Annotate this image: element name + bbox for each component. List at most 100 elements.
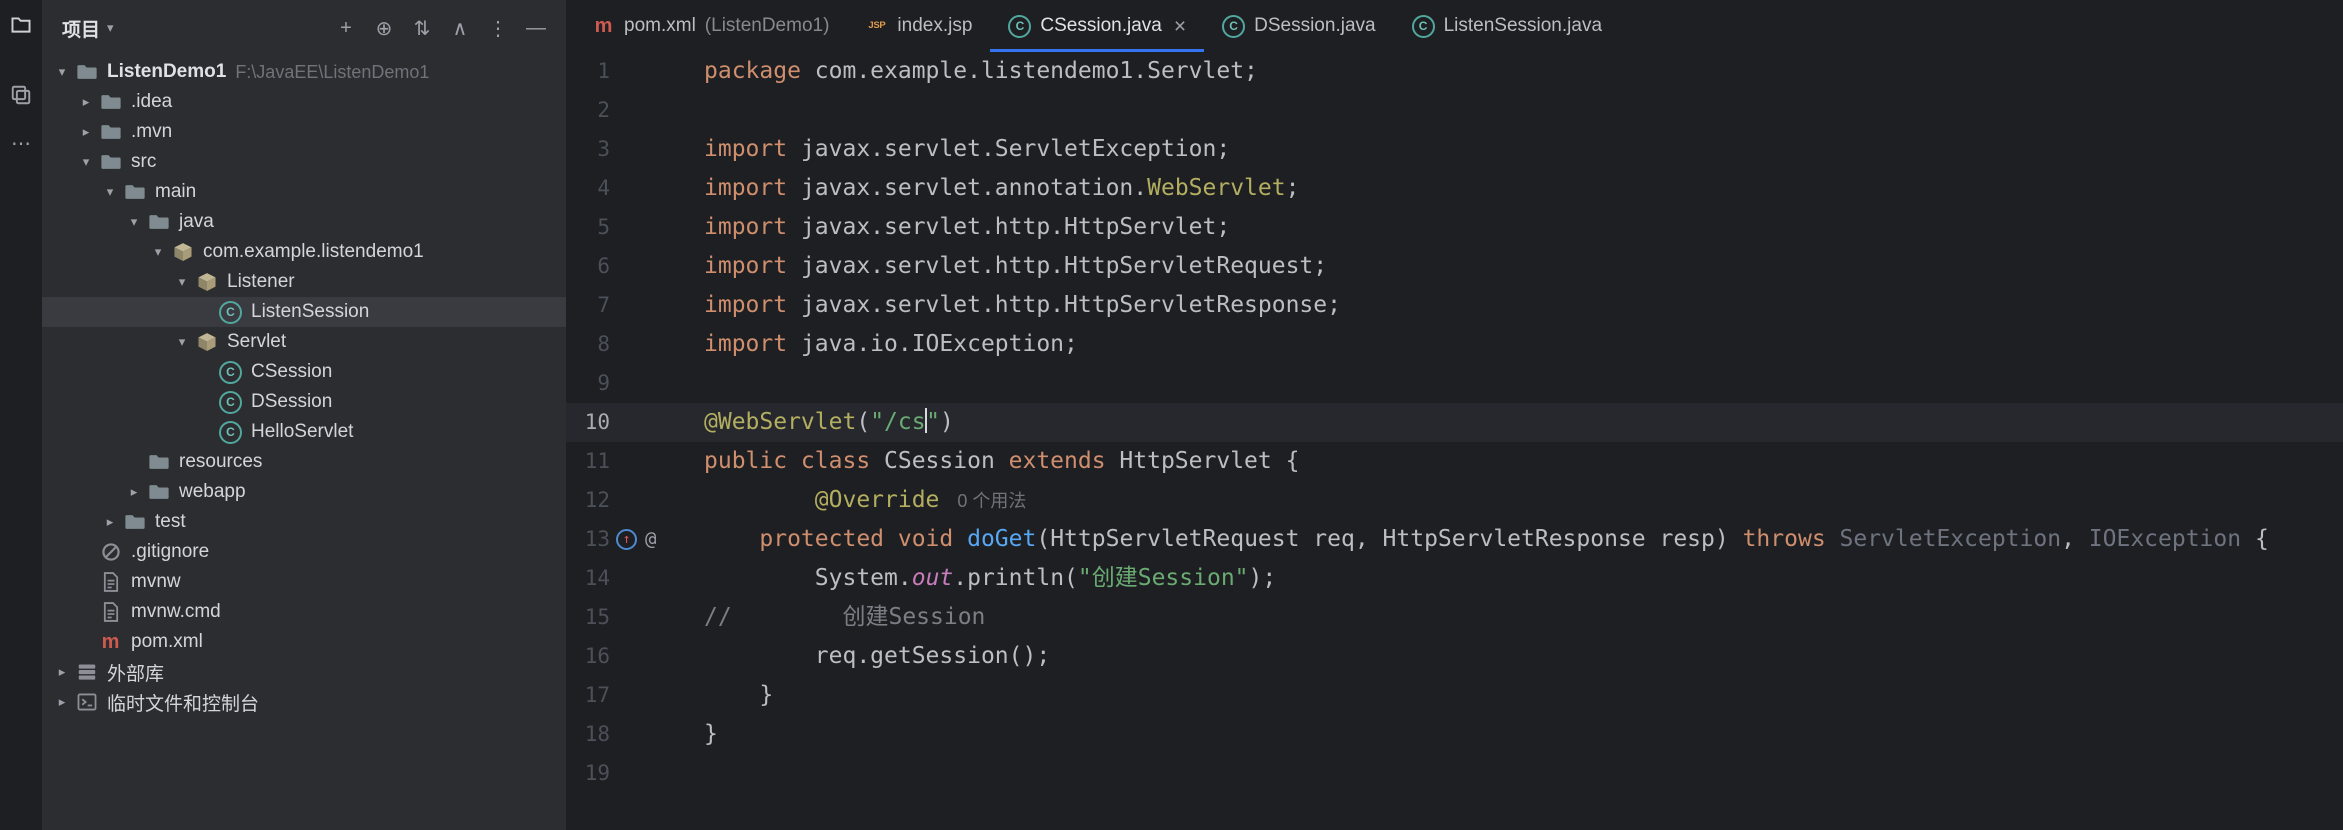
code-text: req.getSession(); [704, 643, 1051, 669]
code-line[interactable]: 11 public class CSession extends HttpServ… [566, 442, 2343, 481]
copy-icon[interactable] [4, 78, 38, 112]
code-line[interactable]: 17 } [566, 676, 2343, 715]
tree-item-gitignore[interactable]: .gitignore [42, 537, 566, 567]
chevron-right-icon[interactable]: ▸ [73, 94, 99, 110]
line-number-gutter[interactable]: 12 [566, 481, 704, 520]
tree-item-main[interactable]: ▾ main [42, 177, 566, 207]
tree-item-path: F:\JavaEE\ListenDemo1 [235, 61, 430, 82]
tree-item-idea[interactable]: ▸ .idea [42, 87, 566, 117]
tree-item-item[interactable]: ▸ 外部库 [42, 657, 566, 687]
chevron-right-icon[interactable]: ▸ [49, 694, 75, 710]
tree-item-mvnw-cmd[interactable]: mvnw.cmd [42, 597, 566, 627]
line-number-gutter[interactable]: 4 [566, 169, 704, 208]
tab-pom-xml[interactable]: m pom.xml (ListenDemo1) [574, 0, 847, 52]
chevron-down-icon[interactable]: ▾ [73, 154, 99, 170]
code-line[interactable]: 10 @WebServlet("/cs") [566, 403, 2343, 442]
tree-item-listener[interactable]: ▾ Listener [42, 267, 566, 297]
code-line[interactable]: 1 package com.example.listendemo1.Servlet… [566, 52, 2343, 91]
close-icon[interactable]: × [1174, 16, 1186, 37]
tree-item-test[interactable]: ▸ test [42, 507, 566, 537]
code-area[interactable]: 1 package com.example.listendemo1.Servlet… [566, 52, 2343, 830]
class-icon: C [1008, 14, 1032, 38]
code-line[interactable]: 5 import javax.servlet.http.HttpServlet; [566, 208, 2343, 247]
line-number-gutter[interactable]: 6 [566, 247, 704, 286]
line-number-gutter[interactable]: 10 [566, 403, 704, 442]
tree-item-listensession[interactable]: C ListenSession [42, 297, 566, 327]
tree-item-helloservlet[interactable]: C HelloServlet [42, 417, 566, 447]
chevron-down-icon[interactable]: ▾ [97, 184, 123, 200]
line-number-gutter[interactable]: 16 [566, 637, 704, 676]
tab-label: DSession.java [1254, 15, 1376, 36]
chevron-right-icon[interactable]: ▸ [49, 664, 75, 680]
library-icon [75, 661, 98, 684]
tree-item-item[interactable]: ▸ 临时文件和控制台 [42, 687, 566, 717]
line-number-gutter[interactable]: 18 [566, 715, 704, 754]
tab-dsession-java[interactable]: C DSession.java [1204, 0, 1393, 52]
more-icon[interactable]: ⋯ [4, 126, 38, 160]
line-number-gutter[interactable]: 17 [566, 676, 704, 715]
code-line[interactable]: 18} [566, 715, 2343, 754]
chevron-down-icon[interactable]: ▾ [49, 64, 75, 80]
tree-item-src[interactable]: ▾ src [42, 147, 566, 177]
tab-csession-java[interactable]: C CSession.java × [990, 0, 1204, 52]
tree-item-mvnw[interactable]: mvnw [42, 567, 566, 597]
line-number-gutter[interactable]: 13 ↑ @ [566, 520, 704, 559]
line-number-gutter[interactable]: 1 [566, 52, 704, 91]
project-folder-icon[interactable] [4, 8, 38, 42]
code-line[interactable]: 3 import javax.servlet.ServletException; [566, 130, 2343, 169]
ignore-icon [99, 541, 122, 564]
chevron-down-icon[interactable]: ▾ [145, 244, 171, 260]
line-number-gutter[interactable]: 14 [566, 559, 704, 598]
code-line[interactable]: 6 import javax.servlet.http.HttpServletRe… [566, 247, 2343, 286]
code-line[interactable]: 9 [566, 364, 2343, 403]
plus-icon[interactable]: + [330, 12, 362, 44]
tab-listensession-java[interactable]: C ListenSession.java [1394, 0, 1620, 52]
code-line[interactable]: 16 req.getSession(); [566, 637, 2343, 676]
tree-item-java[interactable]: ▾ java [42, 207, 566, 237]
locate-icon[interactable]: ⊕ [368, 12, 400, 44]
tree-item-dsession[interactable]: C DSession [42, 387, 566, 417]
line-number-gutter[interactable]: 11 [566, 442, 704, 481]
chevron-down-icon[interactable]: ▾ [169, 274, 195, 290]
chevron-right-icon[interactable]: ▸ [73, 124, 99, 140]
tree-item-pom-xml[interactable]: m pom.xml [42, 627, 566, 657]
code-line[interactable]: 2 [566, 91, 2343, 130]
tree-item-mvn[interactable]: ▸ .mvn [42, 117, 566, 147]
line-number-gutter[interactable]: 15 [566, 598, 704, 637]
tree-item-com-example-listendemo1[interactable]: ▾ com.example.listendemo1 [42, 237, 566, 267]
tree-item-listendemo1[interactable]: ▾ ListenDemo1 F:\JavaEE\ListenDemo1 [42, 57, 566, 87]
code-line[interactable]: 7 import javax.servlet.http.HttpServletRe… [566, 286, 2343, 325]
tree-item-label: .gitignore [131, 541, 210, 562]
line-number-gutter[interactable]: 19 [566, 754, 704, 793]
code-line[interactable]: 4 import javax.servlet.annotation.WebServ… [566, 169, 2343, 208]
line-number-gutter[interactable]: 3 [566, 130, 704, 169]
override-gutter-icon[interactable]: ↑ [616, 529, 637, 550]
tab-index-jsp[interactable]: JSP index.jsp [847, 0, 990, 52]
collapse-icon[interactable]: ∧ [444, 12, 476, 44]
line-number-gutter[interactable]: 9 [566, 364, 704, 403]
chevron-right-icon[interactable]: ▸ [121, 484, 147, 500]
code-line[interactable]: 12 @Override 0 个用法 [566, 481, 2343, 520]
code-line[interactable]: 14 System.out.println("创建Session"); [566, 559, 2343, 598]
tree-item-csession[interactable]: C CSession [42, 357, 566, 387]
code-line[interactable]: 19 [566, 754, 2343, 793]
hide-icon[interactable]: — [520, 12, 552, 44]
line-number-gutter[interactable]: 7 [566, 286, 704, 325]
expand-icon[interactable]: ⇅ [406, 12, 438, 44]
tree-item-resources[interactable]: resources [42, 447, 566, 477]
code-line[interactable]: 8 import java.io.IOException; [566, 325, 2343, 364]
chevron-right-icon[interactable]: ▸ [97, 514, 123, 530]
line-number-gutter[interactable]: 2 [566, 91, 704, 130]
chevron-down-icon[interactable]: ▾ [169, 334, 195, 350]
annotation-gutter-icon[interactable]: @ [645, 530, 656, 549]
code-line[interactable]: 15// 创建Session [566, 598, 2343, 637]
line-number-gutter[interactable]: 8 [566, 325, 704, 364]
tree-item-webapp[interactable]: ▸ webapp [42, 477, 566, 507]
chevron-down-icon[interactable]: ▾ [121, 214, 147, 230]
line-number-gutter[interactable]: 5 [566, 208, 704, 247]
tree-item-servlet[interactable]: ▾ Servlet [42, 327, 566, 357]
code-line[interactable]: 13 ↑ @ protected void doGet(HttpServletReq… [566, 520, 2343, 559]
project-dropdown[interactable]: 项目 ▾ [62, 15, 114, 42]
tree-item-label: Listener [227, 271, 295, 292]
more-vertical-icon[interactable]: ⋮ [482, 12, 514, 44]
